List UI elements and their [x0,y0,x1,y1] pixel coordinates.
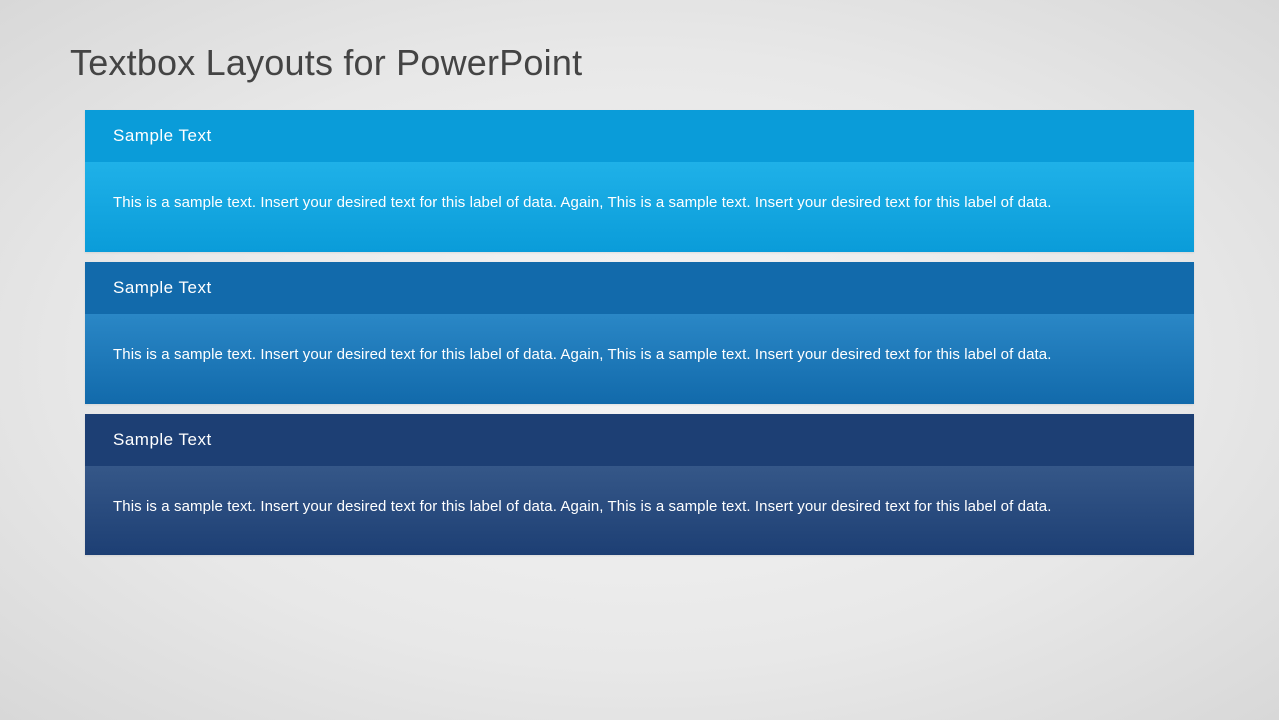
card-2-header: Sample Text [85,262,1194,314]
cards-container: Sample Text This is a sample text. Inser… [85,110,1194,555]
slide: Textbox Layouts for PowerPoint Sample Te… [0,0,1279,720]
card-1-body: This is a sample text. Insert your desir… [85,162,1194,252]
card-2-body: This is a sample text. Insert your desir… [85,314,1194,404]
textbox-card-1: Sample Text This is a sample text. Inser… [85,110,1194,252]
slide-title: Textbox Layouts for PowerPoint [70,42,1209,84]
card-1-header: Sample Text [85,110,1194,162]
card-3-body: This is a sample text. Insert your desir… [85,466,1194,556]
card-3-header: Sample Text [85,414,1194,466]
textbox-card-3: Sample Text This is a sample text. Inser… [85,414,1194,556]
textbox-card-2: Sample Text This is a sample text. Inser… [85,262,1194,404]
